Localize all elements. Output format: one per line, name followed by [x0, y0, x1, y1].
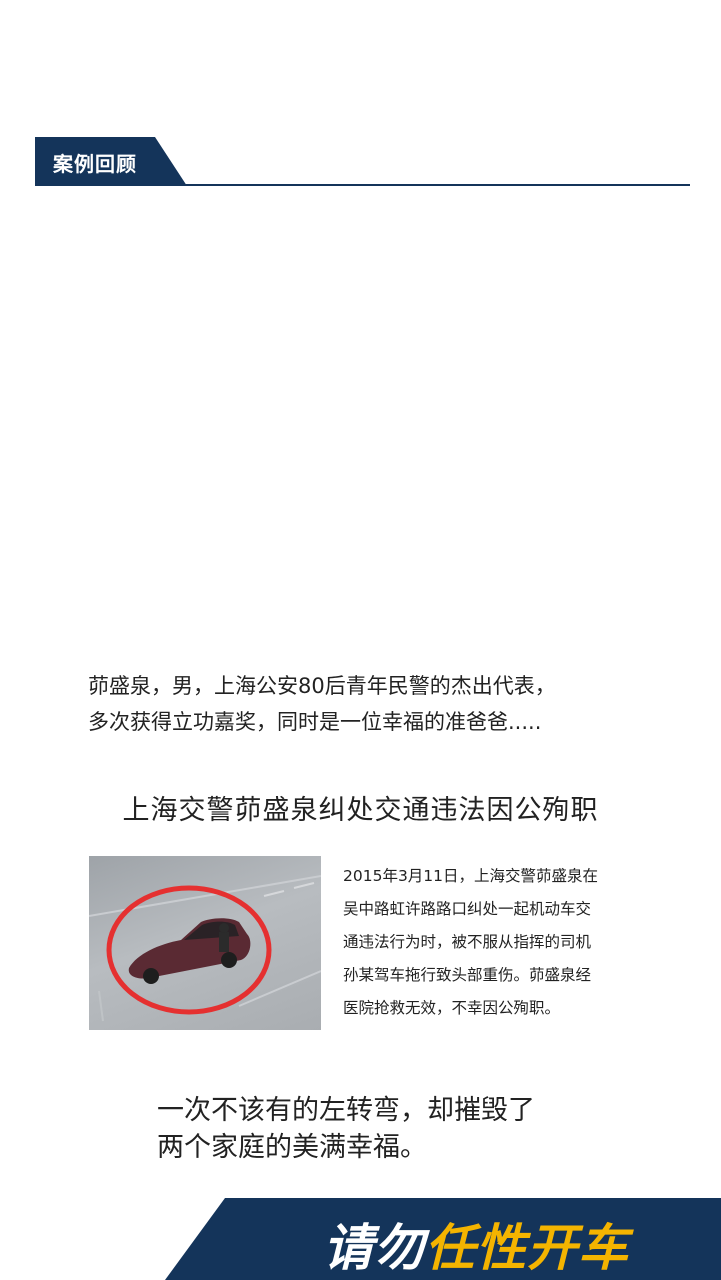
case-line-3: 通违法行为时，被不服从指挥的司机 — [343, 933, 592, 951]
officer-head — [219, 923, 229, 933]
slogan-part-2: 任性开车 — [425, 1219, 629, 1277]
case-headline: 上海交警茆盛泉纠处交通违法因公殉职 — [122, 795, 599, 826]
slogan-banner: 请勿任性开车 — [0, 1198, 721, 1280]
section-title: 案例回顾 — [53, 152, 137, 176]
officer-figure — [219, 932, 229, 952]
intro-line-2: 多次获得立功嘉奖，同时是一位幸福的准爸爸..... — [88, 710, 542, 734]
car-wheel — [221, 952, 237, 968]
road-marking — [263, 890, 285, 897]
case-line-4: 孙某驾车拖行致头部重伤。茆盛泉经 — [343, 966, 592, 984]
slogan-part-1: 请勿 — [323, 1219, 425, 1277]
case-line-1: 2015年3月11日，上海交警茆盛泉在 — [343, 867, 599, 885]
intro-text: 茆盛泉，男，上海公安80后青年民警的杰出代表， 多次获得立功嘉奖，同时是一位幸福… — [88, 668, 648, 740]
reflection-line-1: 一次不该有的左转弯，却摧毁了 — [157, 1095, 535, 1126]
section-divider — [155, 184, 690, 186]
reflection-line-2: 两个家庭的美满幸福。 — [157, 1132, 427, 1163]
case-description: 2015年3月11日，上海交警茆盛泉在 吴中路虹许路路口纠处一起机动车交 通违法… — [343, 860, 643, 1025]
case-line-2: 吴中路虹许路路口纠处一起机动车交 — [343, 900, 592, 918]
reflection-text: 一次不该有的左转弯，却摧毁了 两个家庭的美满幸福。 — [157, 1092, 535, 1166]
road-marking — [89, 875, 321, 917]
case-line-5: 医院抢救无效，不幸因公殉职。 — [343, 999, 561, 1017]
slogan-text: 请勿任性开车 — [323, 1208, 629, 1280]
road-marking — [98, 990, 104, 1022]
cctv-car-illustration — [89, 875, 321, 1022]
road-marking — [293, 882, 315, 889]
intro-line-1: 茆盛泉，男，上海公安80后青年民警的杰出代表， — [88, 674, 556, 698]
section-header: 案例回顾 — [35, 137, 690, 187]
cctv-car-photo — [89, 856, 321, 1030]
car-wheel — [143, 968, 159, 984]
